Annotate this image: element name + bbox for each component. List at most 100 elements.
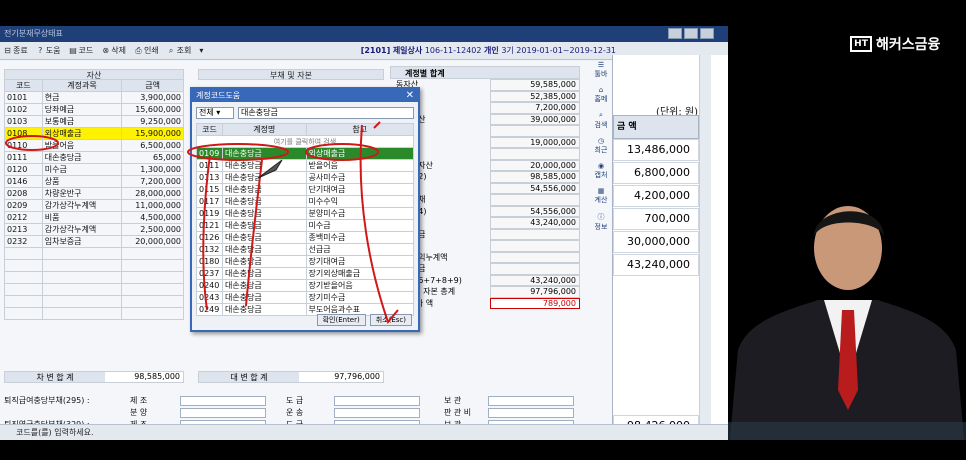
account-code-row[interactable]: 0119 대손충당금 분양미수금	[196, 207, 415, 220]
sidenav-item-calculator[interactable]: ▦ 계산	[592, 187, 610, 205]
empty-cell[interactable]	[121, 307, 184, 320]
asset-row[interactable]: 0103 보통예금 9,250,000	[4, 115, 184, 128]
close-button[interactable]	[700, 28, 714, 39]
asset-row[interactable]: 0110 받을어음 6,500,000	[4, 139, 184, 152]
toolbar-delete-button[interactable]: ⊗ 삭제	[101, 45, 126, 56]
empty-row[interactable]	[4, 247, 184, 260]
empty-cell[interactable]	[121, 259, 184, 272]
account-name[interactable]: 받을어음	[41, 139, 123, 152]
asset-row[interactable]: 0208 차량운반구 28,000,000	[4, 187, 184, 200]
account-amount[interactable]: 20,000,000	[121, 235, 184, 248]
toolbar-close-button[interactable]: ⊟ 종료	[3, 45, 28, 56]
maximize-button[interactable]	[684, 28, 698, 39]
dialog-note[interactable]: 공사미수금	[305, 171, 415, 184]
account-code[interactable]: 0213	[4, 223, 43, 236]
empty-cell[interactable]	[4, 295, 43, 308]
account-amount[interactable]: 1,300,000	[121, 163, 184, 176]
dialog-code[interactable]: 0121	[196, 219, 223, 232]
dialog-code[interactable]: 0109	[196, 147, 223, 160]
dialog-code[interactable]: 0180	[196, 255, 223, 268]
asset-row[interactable]: 0120 미수금 1,300,000	[4, 163, 184, 176]
dialog-account-name[interactable]: 대손충당금	[221, 183, 307, 196]
asset-row[interactable]: 0146 상품 7,200,000	[4, 175, 184, 188]
vertical-scrollbar[interactable]	[699, 55, 711, 435]
account-amount[interactable]: 15,900,000	[121, 127, 184, 140]
account-code-row[interactable]: 0243 대손충당금 장기미수금	[196, 291, 415, 304]
account-code-row[interactable]: 0117 대손충당금 미수수익	[196, 195, 415, 208]
asset-row[interactable]: 0101 현금 3,900,000	[4, 91, 184, 104]
toolbar-help-button[interactable]: ? 도움	[36, 45, 60, 56]
account-name[interactable]: 감가상각누계액	[41, 199, 123, 212]
account-name[interactable]: 임차보증금	[41, 235, 123, 248]
account-code-row[interactable]: 0121 대손충당금 미수금	[196, 219, 415, 232]
account-code[interactable]: 0120	[4, 163, 43, 176]
asset-row[interactable]: 0213 감가상각누계액 2,500,000	[4, 223, 184, 236]
sidenav-item-clock[interactable]: ◷ 최근	[592, 137, 610, 155]
dialog-note[interactable]: 종백미수금	[305, 231, 415, 244]
account-code[interactable]: 0110	[4, 139, 43, 152]
dialog-close-icon[interactable]: ✕	[406, 89, 414, 102]
empty-cell[interactable]	[4, 259, 43, 272]
account-code[interactable]: 0232	[4, 235, 43, 248]
contract-input[interactable]	[334, 396, 420, 406]
dialog-account-name[interactable]: 대손충당금	[221, 207, 307, 220]
account-code-row[interactable]: 0115 대손충당금 단기대여금	[196, 183, 415, 196]
account-code-row[interactable]: 0109 대손충당금 외상매출금	[196, 147, 415, 160]
account-amount[interactable]: 6,500,000	[121, 139, 184, 152]
account-code[interactable]: 0146	[4, 175, 43, 188]
asset-row[interactable]: 0232 임차보증금 20,000,000	[4, 235, 184, 248]
dialog-account-name[interactable]: 대손충당금	[221, 267, 307, 280]
dialog-note[interactable]: 선급금	[305, 243, 415, 256]
dialog-account-name[interactable]: 대손충당금	[221, 291, 307, 304]
empty-cell[interactable]	[4, 271, 43, 284]
account-code-row[interactable]: 0126 대손충당금 종백미수금	[196, 231, 415, 244]
dialog-account-name[interactable]: 대손충당금	[221, 171, 307, 184]
cancel-button[interactable]: 취소(Esc)	[369, 314, 412, 326]
account-code[interactable]: 0103	[4, 115, 43, 128]
account-code-row[interactable]: 0132 대손충당금 선급금	[196, 243, 415, 256]
filter-select[interactable]: 전체 ▾	[196, 107, 234, 119]
search-hint-row[interactable]: 여기를 클릭하여 검색	[196, 135, 414, 148]
dialog-code[interactable]: 0117	[196, 195, 223, 208]
empty-row[interactable]	[4, 271, 184, 284]
empty-cell[interactable]	[4, 283, 43, 296]
account-amount[interactable]: 9,250,000	[121, 115, 184, 128]
empty-cell[interactable]	[4, 307, 43, 320]
asset-row[interactable]: 0108 외상매출금 15,900,000	[4, 127, 184, 140]
asset-row[interactable]: 0111 대손충당금 65,000	[4, 151, 184, 164]
empty-cell[interactable]	[41, 307, 123, 320]
sidenav-item-info[interactable]: ⓘ 정보	[592, 212, 610, 232]
dialog-account-name[interactable]: 대손충당금	[221, 231, 307, 244]
sale-input[interactable]	[180, 408, 266, 418]
empty-cell[interactable]	[41, 271, 123, 284]
sidenav-item-search[interactable]: ⌕ 검색	[592, 111, 610, 130]
dialog-note[interactable]: 장기미수금	[305, 291, 415, 304]
account-name[interactable]: 대손충당금	[41, 151, 123, 164]
account-code[interactable]: 0212	[4, 211, 43, 224]
dialog-note[interactable]: 미수금	[305, 219, 415, 232]
account-name[interactable]: 미수금	[41, 163, 123, 176]
asset-row[interactable]: 0212 비품 4,500,000	[4, 211, 184, 224]
account-name[interactable]: 당좌예금	[41, 103, 123, 116]
dialog-code[interactable]: 0240	[196, 279, 223, 292]
dialog-code[interactable]: 0113	[196, 171, 223, 184]
account-code[interactable]: 0111	[4, 151, 43, 164]
dialog-note[interactable]: 장기대여금	[305, 255, 415, 268]
sga-input[interactable]	[488, 408, 574, 418]
account-amount[interactable]: 11,000,000	[121, 199, 184, 212]
dialog-note[interactable]: 외상매출금	[305, 147, 415, 160]
asset-row[interactable]: 0209 감가상각누계액 11,000,000	[4, 199, 184, 212]
account-name[interactable]: 현금	[41, 91, 123, 104]
transport-input[interactable]	[334, 408, 420, 418]
dialog-account-name[interactable]: 대손충당금	[221, 147, 307, 160]
account-code[interactable]: 0101	[4, 91, 43, 104]
dialog-note[interactable]: 단기대여금	[305, 183, 415, 196]
manufacturing-input[interactable]	[180, 396, 266, 406]
toolbar-more-icon[interactable]: ▾	[199, 46, 203, 55]
account-name[interactable]: 비품	[41, 211, 123, 224]
dialog-code[interactable]: 0119	[196, 207, 223, 220]
dialog-code[interactable]: 0126	[196, 231, 223, 244]
dialog-note[interactable]: 분양미수금	[305, 207, 415, 220]
dialog-note[interactable]: 받을어음	[305, 159, 415, 172]
account-code-row[interactable]: 0237 대손충당금 장기외상매출금	[196, 267, 415, 280]
